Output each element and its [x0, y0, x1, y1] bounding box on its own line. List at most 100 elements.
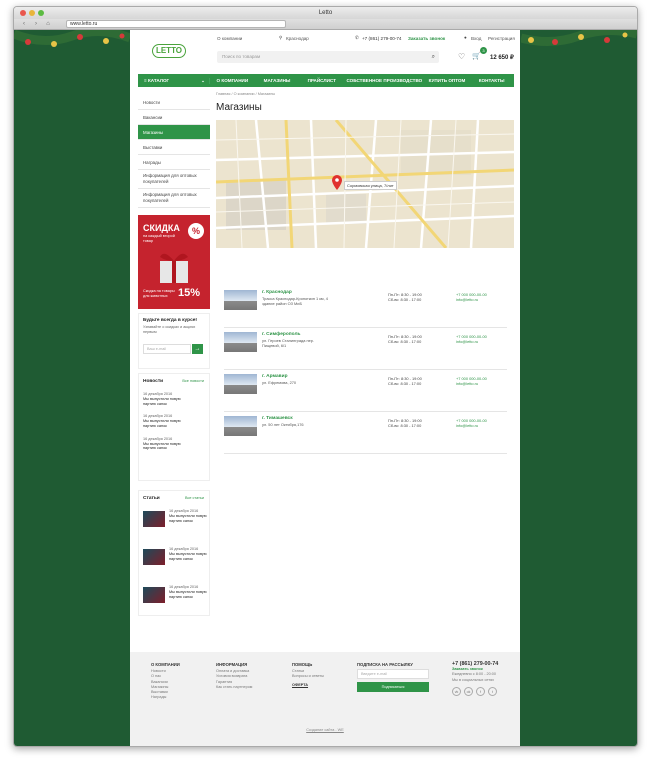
twitter-icon[interactable]: t	[488, 686, 497, 696]
callback-link[interactable]: Заказать звонок	[408, 36, 445, 41]
subscribe-email-input[interactable]: Ваш e-mail	[143, 344, 191, 354]
footer-col-help: ПОМОЩЬ Статьи Вопросы и ответы ОФЕРТА	[292, 662, 324, 688]
address-bar[interactable]: www.letto.ru	[66, 20, 286, 28]
footer-subscribe-button[interactable]: Подписаться	[357, 682, 429, 693]
news-text: Мы выпустили новую партию санок	[143, 441, 181, 451]
forward-arrow-icon[interactable]: ›	[32, 21, 40, 27]
heart-icon[interactable]: ♡	[458, 52, 465, 61]
footer-link[interactable]: Условия возврата	[216, 674, 252, 679]
store-card-armavir[interactable]: г. Армавир ул. Ефремова, 270 Пн-Пт: 8:30…	[224, 370, 507, 412]
close-window-button[interactable]	[20, 10, 26, 16]
footer-offer-link[interactable]: ОФЕРТА	[292, 683, 324, 688]
login-link[interactable]: Вход	[471, 36, 481, 41]
sidebar-item-stores[interactable]: Магазины	[138, 125, 210, 140]
store-email[interactable]: info@letto.ru	[456, 339, 487, 344]
stores-map[interactable]: Сормовская улица, 7/лит	[216, 120, 514, 248]
subscribe-submit-button[interactable]: →	[192, 344, 203, 354]
search-icon[interactable]: ⌕	[432, 51, 435, 63]
phone-icon: ✆	[355, 35, 359, 40]
store-city[interactable]: г. Симферополь	[262, 332, 300, 337]
store-email[interactable]: info@letto.ru	[456, 423, 487, 428]
all-news-link[interactable]: Все новости	[182, 379, 204, 383]
nav-item-pricelist[interactable]: ПРАЙСЛИСТ	[299, 78, 344, 83]
footer-link[interactable]: Награды	[151, 695, 180, 700]
cart-count-badge: 3	[480, 47, 487, 54]
sidebar-item-vacancies[interactable]: Вакансии	[138, 110, 210, 125]
cart-total[interactable]: 12 650 ₽	[490, 54, 514, 61]
nav-item-about[interactable]: О КОМПАНИИ	[210, 78, 255, 83]
store-address: ул. 50 лет Октября,176	[262, 422, 304, 427]
facebook-icon[interactable]: f	[476, 686, 485, 696]
footer-link[interactable]: Вопросы и ответы	[292, 674, 324, 679]
store-city[interactable]: г. Краснодар	[262, 290, 292, 295]
footer-hours: Ежедневно с 8:00 - 20:00	[452, 672, 497, 677]
subscribe-placeholder: Ваш e-mail	[147, 347, 167, 351]
article-item[interactable]: 16 декабря 2016 Мы выпустили новую партию…	[143, 585, 207, 619]
store-email[interactable]: info@letto.ru	[456, 381, 487, 386]
store-city[interactable]: г. Тимашевск	[262, 416, 293, 421]
store-hours: Пн-Пт: 8:30 - 19:00 Сб-вс: 8:30 - 17:00	[388, 334, 422, 344]
odnoklassniki-icon[interactable]: ok	[464, 686, 473, 696]
sidebar-item-news[interactable]: Новости	[138, 95, 210, 110]
site-credit-link[interactable]: Создание сайта - WE	[130, 728, 520, 732]
store-hours-weekend: Сб-вс: 8:30 - 17:00	[388, 381, 422, 386]
articles-title: Статьи	[143, 496, 160, 501]
promo-title: СКИДКА	[143, 223, 180, 233]
nav-item-wholesale[interactable]: КУПИТЬ ОПТОМ	[425, 78, 470, 83]
home-icon[interactable]: ⌂	[44, 21, 52, 27]
user-icon: ●	[464, 35, 467, 40]
store-card-krasnodar[interactable]: г. Краснодар Трасса Краснодар-Кропоткин …	[224, 286, 507, 328]
store-hours: Пн-Пт: 8:30 - 19:00 Сб-вс: 8:30 - 17:00	[388, 292, 422, 302]
browser-window: Letto ‹ › ⌂ www.letto.ru О компании ⚲ Кр…	[13, 6, 638, 747]
all-articles-link[interactable]: Все статьи	[185, 496, 204, 500]
promo-line2: Скидка на товары для животных	[143, 289, 175, 298]
browser-toolbar: ‹ › ⌂ www.letto.ru	[14, 19, 637, 30]
back-arrow-icon[interactable]: ‹	[20, 21, 28, 27]
breadcrumb[interactable]: Главная / О компании / Магазины	[216, 92, 514, 100]
nav-item-contacts[interactable]: КОНТАКТЫ	[469, 78, 514, 83]
news-widget: Новости Все новости 16 декабря 2016 Мы вы…	[138, 373, 210, 481]
zoom-window-button[interactable]	[38, 10, 44, 16]
garland-decoration-right	[521, 30, 637, 58]
article-item[interactable]: 16 декабря 2016 Мы выпустили новую партию…	[143, 547, 207, 581]
store-email[interactable]: info@letto.ru	[456, 297, 487, 302]
register-link[interactable]: Регистрация	[488, 36, 515, 41]
footer-col-title: ИНФОРМАЦИЯ	[216, 662, 248, 667]
news-item[interactable]: 16 декабря 2016 Мы выпустили новую партию…	[143, 414, 205, 428]
city-selector[interactable]: Краснодар	[286, 36, 309, 41]
nav-item-production[interactable]: СОБСТВЕННОЕ ПРОИЗВОДСТВО	[344, 78, 424, 83]
window-titlebar: Letto	[14, 7, 637, 19]
vk-icon[interactable]: vk	[452, 686, 461, 696]
cart-icon[interactable]: 🛒	[472, 52, 481, 60]
store-city[interactable]: г. Армавир	[262, 374, 288, 379]
sidebar-item-exhibitions[interactable]: Выставки	[138, 140, 210, 155]
about-link[interactable]: О компании	[217, 36, 242, 41]
news-item[interactable]: 16 декабря 2016 Мы выпустили новую партию…	[143, 392, 205, 406]
location-icon: ⚲	[279, 35, 283, 40]
page-viewport: О компании ⚲ Краснодар ✆ +7 (861) 279-00…	[14, 30, 637, 746]
footer-link[interactable]: Как стать партнером	[216, 685, 252, 690]
search-input[interactable]: Поиск по товарам ⌕	[217, 51, 439, 63]
article-text: Мы выпустили новую партию санок	[169, 589, 207, 599]
sidebar-item-wholesale-info-2[interactable]: Информация для оптовых покупателей	[138, 189, 210, 208]
sidebar-item-awards[interactable]: Награды	[138, 155, 210, 170]
store-card-timashevsk[interactable]: г. Тимашевск ул. 50 лет Октября,176 Пн-П…	[224, 412, 507, 454]
store-card-simferopol[interactable]: г. Симферополь ул. Героев Сталинграда пе…	[224, 328, 507, 370]
minimize-window-button[interactable]	[29, 10, 35, 16]
article-item[interactable]: 16 декабря 2016 Мы выпустили новую партию…	[143, 509, 207, 543]
articles-widget: Статьи Все статьи 16 декабря 2016 Мы выпу…	[138, 490, 210, 616]
promo-banner[interactable]: СКИДКА на каждый второй товар % Скидка н…	[138, 215, 210, 309]
site-logo[interactable]: LETTO	[152, 44, 186, 58]
news-item[interactable]: 16 декабря 2016 Мы выпустили новую партию…	[143, 437, 205, 451]
footer-email-input[interactable]: Введите e-mail	[357, 669, 429, 680]
search-placeholder: Поиск по товарам	[222, 54, 261, 59]
sidebar-item-wholesale-info[interactable]: Информация для оптовых покупателей	[138, 170, 210, 189]
store-photo	[224, 374, 257, 394]
sled-thumbnail	[143, 587, 165, 603]
main-content: Главная / О компании / Магазины Магазины	[216, 92, 514, 248]
store-hours: Пн-Пт: 8:30 - 19:00 Сб-вс: 8:30 - 17:00	[388, 418, 422, 428]
nav-item-stores[interactable]: МАГАЗИНЫ	[255, 78, 300, 83]
subscribe-box: Будьте всегда в курсе! Узнавайте о скидк…	[138, 313, 210, 369]
footer-social-label: Мы в социальных сетях	[452, 677, 495, 682]
catalog-menu-button[interactable]: ≡ КАТАЛОГ ⌄	[138, 77, 210, 84]
